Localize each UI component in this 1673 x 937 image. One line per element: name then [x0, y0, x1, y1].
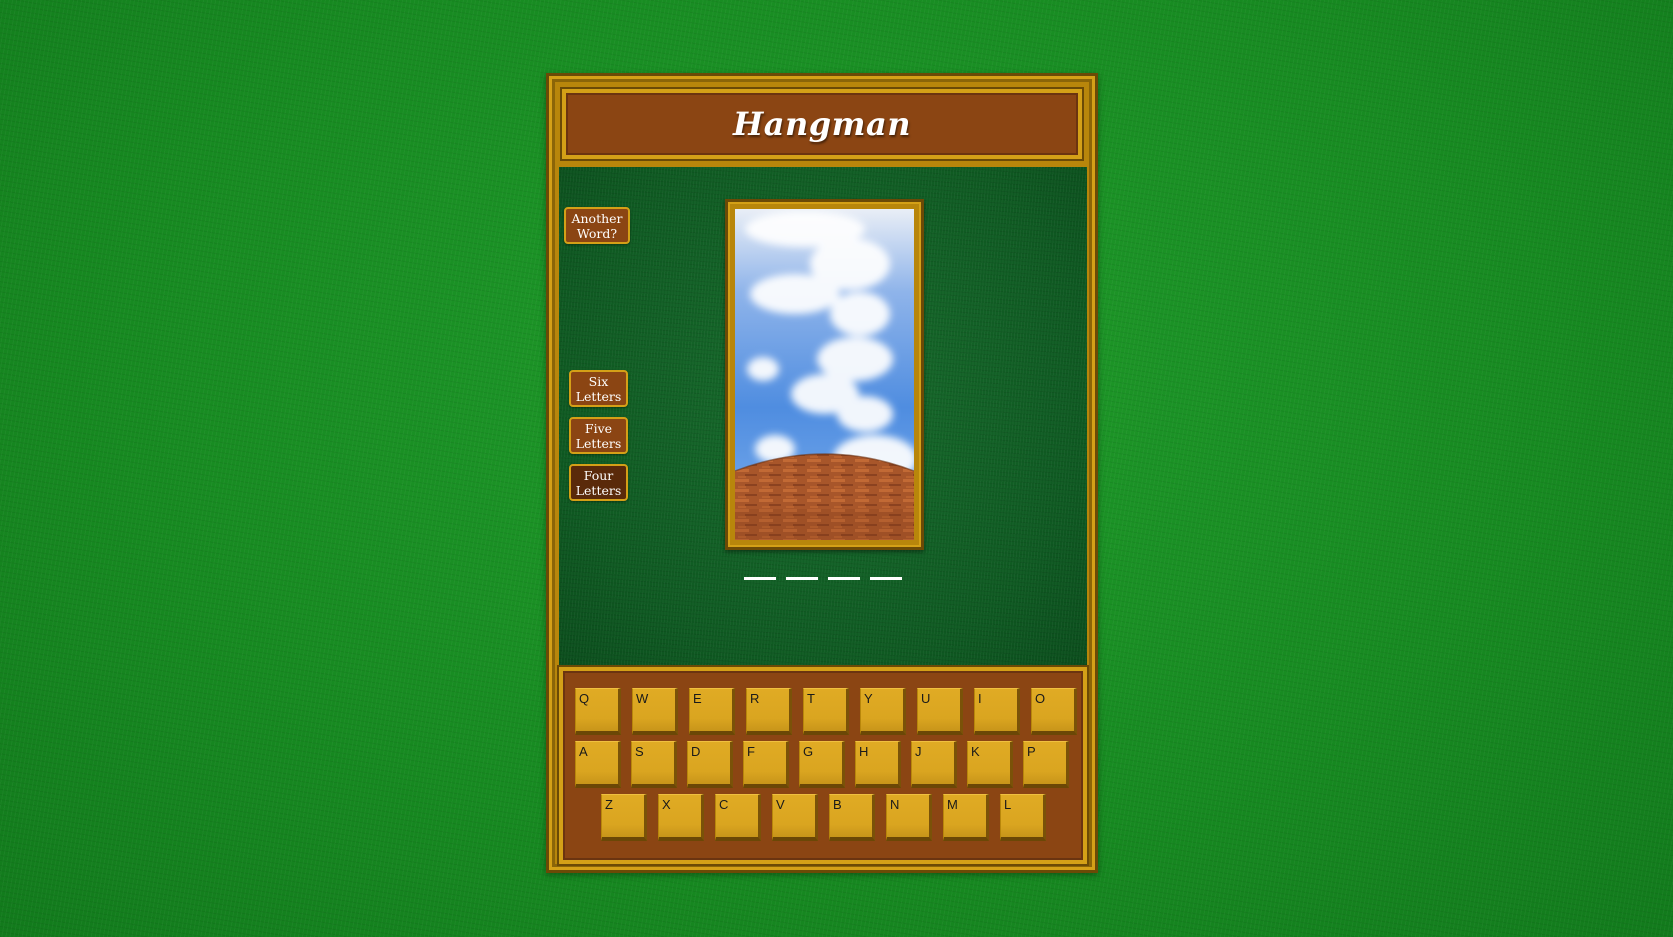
play-area: Another Word? Six Letters Five Letters F… — [559, 167, 1087, 667]
four-letters-button[interactable]: Four Letters — [569, 464, 628, 501]
key-j[interactable]: J — [911, 741, 957, 788]
keyboard-row-3: Z X C V B N M L — [601, 794, 1057, 841]
key-k[interactable]: K — [967, 741, 1013, 788]
sky-hill-image — [735, 209, 914, 540]
key-w[interactable]: W — [632, 688, 678, 735]
keyboard-row-1: Q W E R T Y U I O — [575, 688, 1088, 735]
letter-blank — [786, 577, 818, 580]
key-z[interactable]: Z — [601, 794, 647, 841]
key-m[interactable]: M — [943, 794, 989, 841]
key-g[interactable]: G — [799, 741, 845, 788]
key-n[interactable]: N — [886, 794, 932, 841]
key-u[interactable]: U — [917, 688, 963, 735]
letter-blank — [744, 577, 776, 580]
letter-keyboard: Q W E R T Y U I O A S D F G H J K P Z X … — [559, 667, 1087, 864]
key-p[interactable]: P — [1023, 741, 1069, 788]
key-o[interactable]: O — [1031, 688, 1077, 735]
key-e[interactable]: E — [689, 688, 735, 735]
key-h[interactable]: H — [855, 741, 901, 788]
sky-hill-illustration — [735, 209, 914, 540]
letter-blank — [828, 577, 860, 580]
key-b[interactable]: B — [829, 794, 875, 841]
game-frame: Hangman Another Word? Six Letters Five L… — [546, 73, 1098, 873]
key-q[interactable]: Q — [575, 688, 621, 735]
five-letters-button[interactable]: Five Letters — [569, 417, 628, 454]
key-y[interactable]: Y — [860, 688, 906, 735]
another-word-button[interactable]: Another Word? — [564, 207, 630, 244]
key-a[interactable]: A — [575, 741, 621, 788]
gallows-image-frame — [725, 199, 924, 550]
key-i[interactable]: I — [974, 688, 1020, 735]
key-c[interactable]: C — [715, 794, 761, 841]
key-t[interactable]: T — [803, 688, 849, 735]
key-s[interactable]: S — [631, 741, 677, 788]
key-d[interactable]: D — [687, 741, 733, 788]
key-l[interactable]: L — [1000, 794, 1046, 841]
keyboard-row-2: A S D F G H J K P — [575, 741, 1079, 788]
letter-blank — [870, 577, 902, 580]
word-blanks — [559, 577, 1087, 580]
game-title: Hangman — [733, 105, 911, 143]
title-bar: Hangman — [562, 89, 1082, 159]
key-v[interactable]: V — [772, 794, 818, 841]
six-letters-button[interactable]: Six Letters — [569, 370, 628, 407]
key-x[interactable]: X — [658, 794, 704, 841]
key-r[interactable]: R — [746, 688, 792, 735]
key-f[interactable]: F — [743, 741, 789, 788]
